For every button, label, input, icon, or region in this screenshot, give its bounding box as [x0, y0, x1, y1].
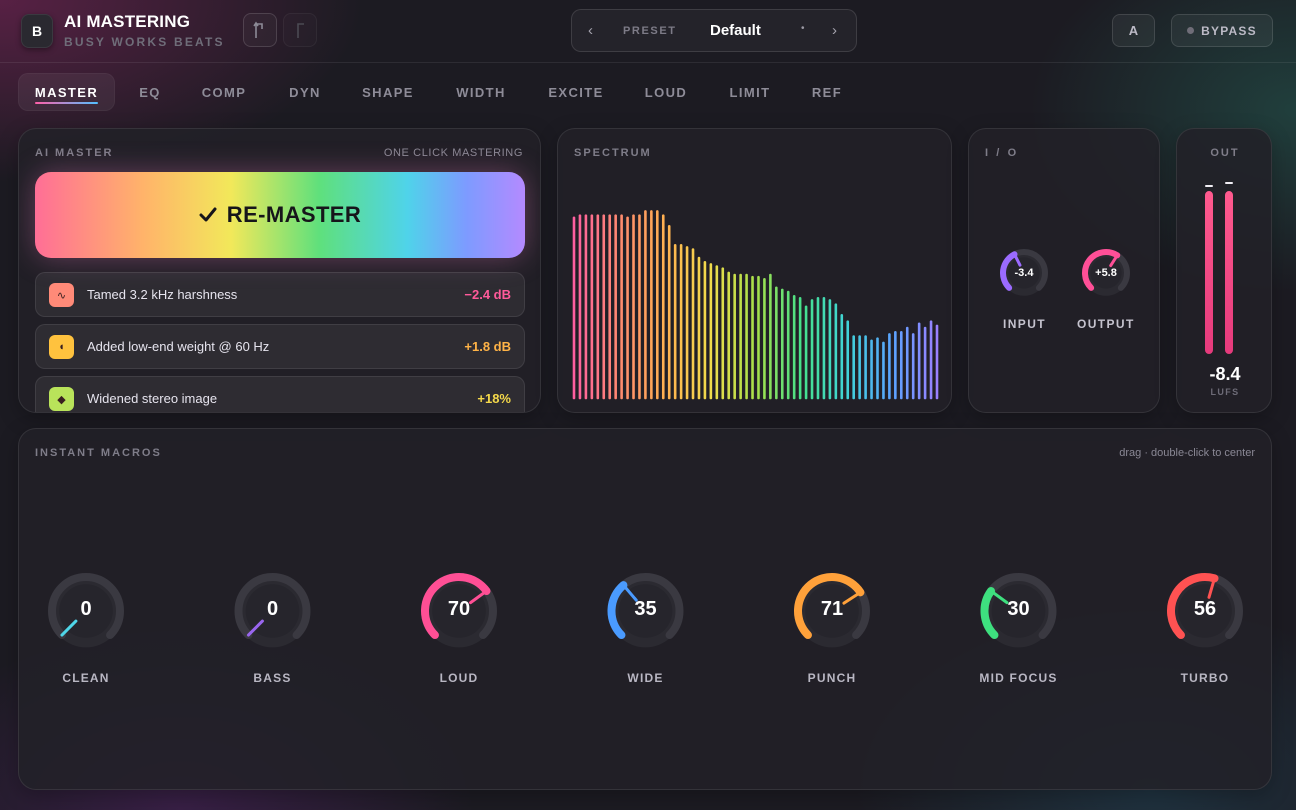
tab-bar: MASTER EQ COMP DYN SHAPE WIDTH EXCITE LO…	[0, 73, 1296, 113]
tab-excite[interactable]: EXCITE	[538, 73, 614, 111]
tab-loud[interactable]: LOUD	[634, 73, 698, 111]
macro-knob-value: 35	[634, 598, 657, 620]
lufs-value: -8.4	[1209, 364, 1241, 384]
app-subtitle: BUSY WORKS BEATS	[64, 35, 225, 49]
tab-eq[interactable]: EQ	[122, 73, 178, 111]
preset-prev-button[interactable]: ‹	[588, 22, 593, 39]
output-meter-panel: OUT -8.4 LUFS	[1176, 128, 1272, 413]
io-panel: I / O -3.4 +5.8 INPUT OUTPUT	[968, 128, 1160, 413]
macro-knob-label: LOUD	[439, 671, 479, 685]
macro-knob-value: 71	[820, 598, 844, 620]
logo-badge: B	[21, 14, 53, 48]
tab-master[interactable]: MASTER	[18, 73, 115, 111]
ab-compare-button[interactable]: A	[1112, 14, 1155, 47]
tab-limit[interactable]: LIMIT	[718, 73, 782, 111]
output-knob-value: +5.8	[1095, 267, 1117, 279]
macro-knob-label: MID FOCUS	[979, 671, 1058, 685]
log-item: ◆ Widened stereo image +18%	[35, 376, 525, 412]
log-text: Tamed 3.2 kHz harshness	[87, 287, 238, 302]
preset-label: PRESET	[623, 25, 677, 37]
spectrum-graph	[572, 210, 939, 400]
preset-dropdown-icon[interactable]: •	[801, 23, 805, 34]
log-text: Widened stereo image	[87, 391, 218, 406]
redo-icon	[297, 23, 304, 38]
tab-width[interactable]: WIDTH	[444, 73, 518, 111]
meter-right-channel	[1225, 191, 1233, 354]
meter-peak-marker	[1205, 185, 1213, 188]
log-value: −2.4 dB	[464, 287, 511, 302]
macro-knob-label: PUNCH	[807, 671, 857, 685]
spectrum-panel: SPECTRUM	[557, 128, 952, 413]
ai-master-panel: AI MASTER ONE CLICK MASTERING RE-MASTER …	[18, 128, 541, 413]
ai-master-subtitle: ONE CLICK MASTERING	[383, 147, 523, 159]
tab-comp[interactable]: COMP	[190, 73, 258, 111]
preset-value[interactable]: Default	[710, 22, 761, 39]
meter-left-channel	[1205, 191, 1213, 354]
lufs-label: LUFS	[1210, 387, 1240, 397]
bypass-button[interactable]: BYPASS	[1171, 14, 1273, 47]
log-value: +18%	[477, 391, 511, 406]
tab-active-underline	[35, 102, 98, 104]
ai-master-title: AI MASTER	[35, 147, 114, 159]
macro-knob-value: 56	[1193, 598, 1217, 620]
undo-button[interactable]	[243, 13, 277, 47]
meter-peak-marker	[1225, 182, 1233, 185]
instant-macros-panel: INSTANT MACROS drag · double-click to ce…	[18, 428, 1272, 790]
output-label: OUTPUT	[1077, 317, 1135, 331]
log-item: ◖ Added low-end weight @ 60 Hz +1.8 dB	[35, 324, 525, 369]
macro-knob-label: WIDE	[627, 671, 664, 685]
app-title: AI MASTERING	[64, 12, 191, 31]
macro-knob-value: 70	[447, 598, 471, 620]
harshness-icon: ∿	[49, 283, 74, 307]
low-end-icon: ◖	[49, 335, 74, 359]
input-label: INPUT	[1003, 317, 1046, 331]
remaster-button[interactable]: RE-MASTER	[35, 172, 525, 258]
tab-shape[interactable]: SHAPE	[352, 73, 424, 111]
redo-button[interactable]	[283, 13, 317, 47]
macro-knob-label: TURBO	[1180, 671, 1230, 685]
bypass-label: BYPASS	[1201, 23, 1257, 38]
io-knobs	[1000, 249, 1130, 296]
tab-label: MASTER	[34, 84, 99, 100]
log-value: +1.8 dB	[464, 339, 511, 354]
remaster-label: RE-MASTER	[226, 202, 362, 227]
macro-knob-value: 30	[1007, 598, 1030, 620]
bypass-indicator-icon	[1187, 27, 1195, 34]
preset-selector[interactable]: ‹ PRESET Default • ›	[571, 9, 857, 52]
macro-knob-value: 0	[266, 598, 279, 620]
input-knob-value: -3.4	[1014, 267, 1034, 279]
macro-knob-label: BASS	[253, 671, 292, 685]
tab-ref[interactable]: REF	[802, 73, 852, 111]
macro-knob-value: 0	[80, 598, 92, 620]
stereo-icon: ◆	[49, 387, 74, 411]
checkmark-icon	[199, 207, 217, 222]
log-text: Added low-end weight @ 60 Hz	[87, 339, 270, 354]
top-bar: B AI MASTERING BUSY WORKS BEATS ‹ PRESET…	[0, 0, 1296, 63]
macro-knob-label: CLEAN	[62, 671, 110, 685]
tab-dyn[interactable]: DYN	[276, 73, 334, 111]
undo-icon	[253, 21, 263, 38]
log-item: ∿ Tamed 3.2 kHz harshness −2.4 dB	[35, 272, 525, 317]
preset-next-button[interactable]: ›	[832, 22, 837, 39]
